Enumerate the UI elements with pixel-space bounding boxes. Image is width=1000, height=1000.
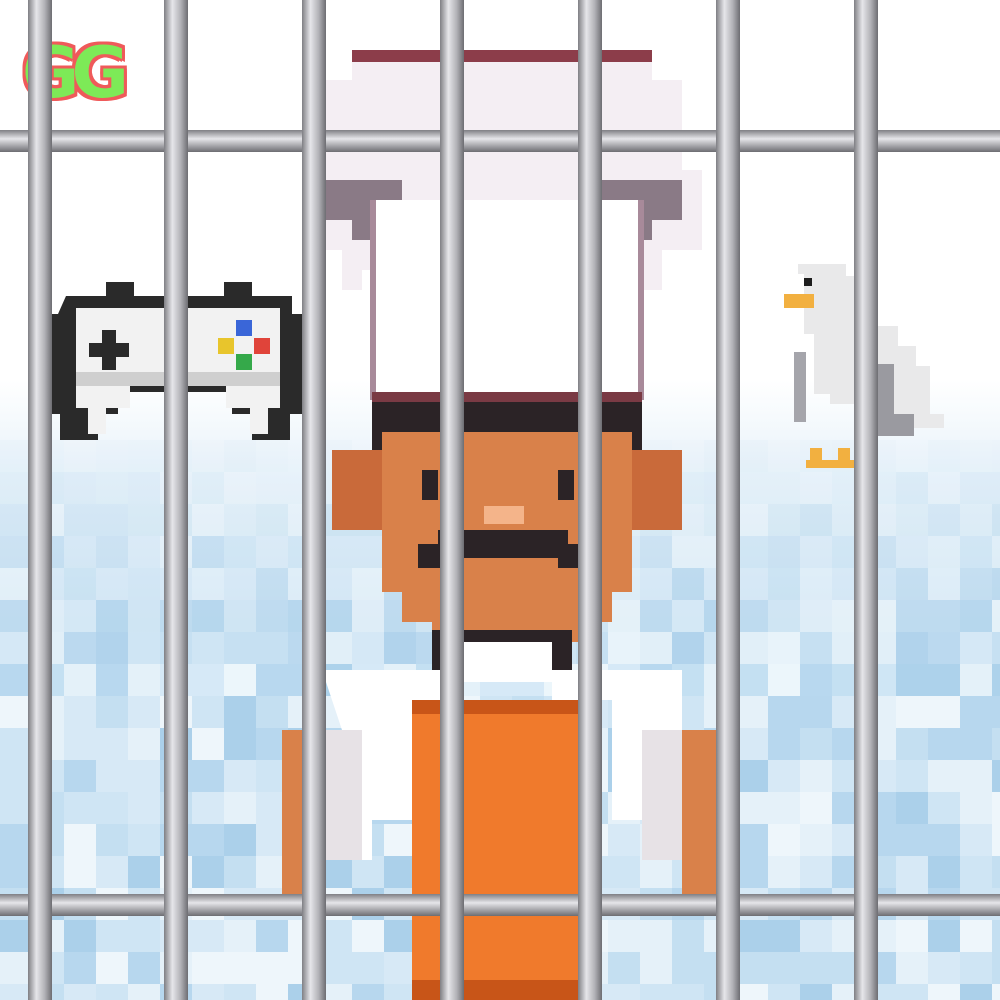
chef-character [282,50,722,1000]
seagull-icon [784,264,944,468]
game-scene: GG [0,0,1000,1000]
logo-text: GG [22,32,129,114]
